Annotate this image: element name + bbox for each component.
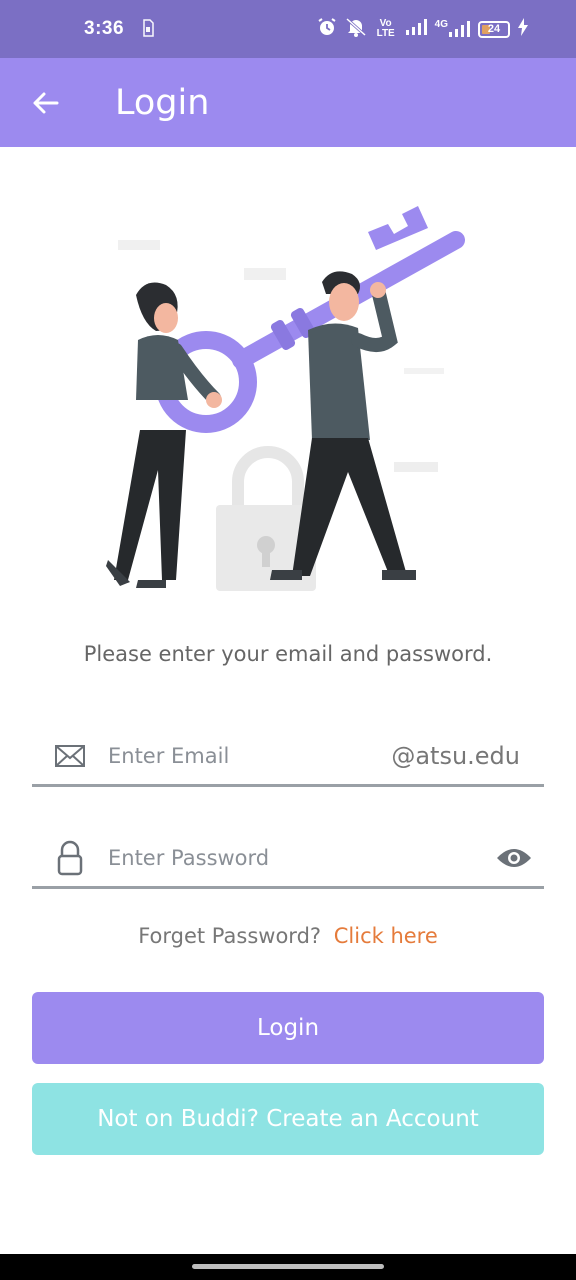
email-input[interactable] <box>108 743 392 768</box>
status-bar: 3:36 Vo LTE 4G 24 <box>0 0 576 58</box>
login-button[interactable]: Login <box>32 992 544 1064</box>
status-time: 3:36 <box>84 18 125 39</box>
lock-icon <box>32 840 108 876</box>
instructions-text: Please enter your email and password. <box>83 642 493 666</box>
create-account-button[interactable]: Not on Buddi? Create an Account <box>32 1083 544 1155</box>
sim-card-icon <box>142 18 154 40</box>
home-gesture-handle[interactable] <box>192 1264 384 1269</box>
battery-icon: 24 <box>478 20 510 38</box>
battery-level: 24 <box>487 23 501 35</box>
charging-icon <box>518 18 528 40</box>
password-input[interactable] <box>108 845 484 870</box>
people-carrying-key-illustration <box>106 206 465 591</box>
forgot-password-link[interactable]: Click here <box>334 924 438 948</box>
email-domain-suffix: @atsu.edu <box>391 741 520 770</box>
password-field <box>32 829 544 889</box>
app-bar: Login <box>0 58 576 147</box>
eye-icon <box>497 848 531 867</box>
forgot-password-row: Forget Password? Click here <box>0 924 576 948</box>
forgot-password-text: Forget Password? <box>138 924 322 948</box>
email-field: @atsu.edu <box>32 727 544 787</box>
page-title: Login <box>115 82 210 123</box>
volte-icon: Vo LTE <box>376 18 395 39</box>
4g-signal-icon: 4G <box>435 20 470 38</box>
envelope-icon <box>32 744 108 768</box>
arrow-left-icon <box>33 92 59 113</box>
alarm-icon <box>317 17 337 41</box>
back-button[interactable] <box>0 58 90 147</box>
network-type-label: 4G <box>434 19 448 30</box>
signal-icon <box>405 18 427 40</box>
system-navigation-bar <box>0 1254 576 1280</box>
show-password-button[interactable] <box>484 846 544 870</box>
status-icons: Vo LTE 4G 24 <box>317 17 528 41</box>
mute-icon <box>345 17 367 41</box>
